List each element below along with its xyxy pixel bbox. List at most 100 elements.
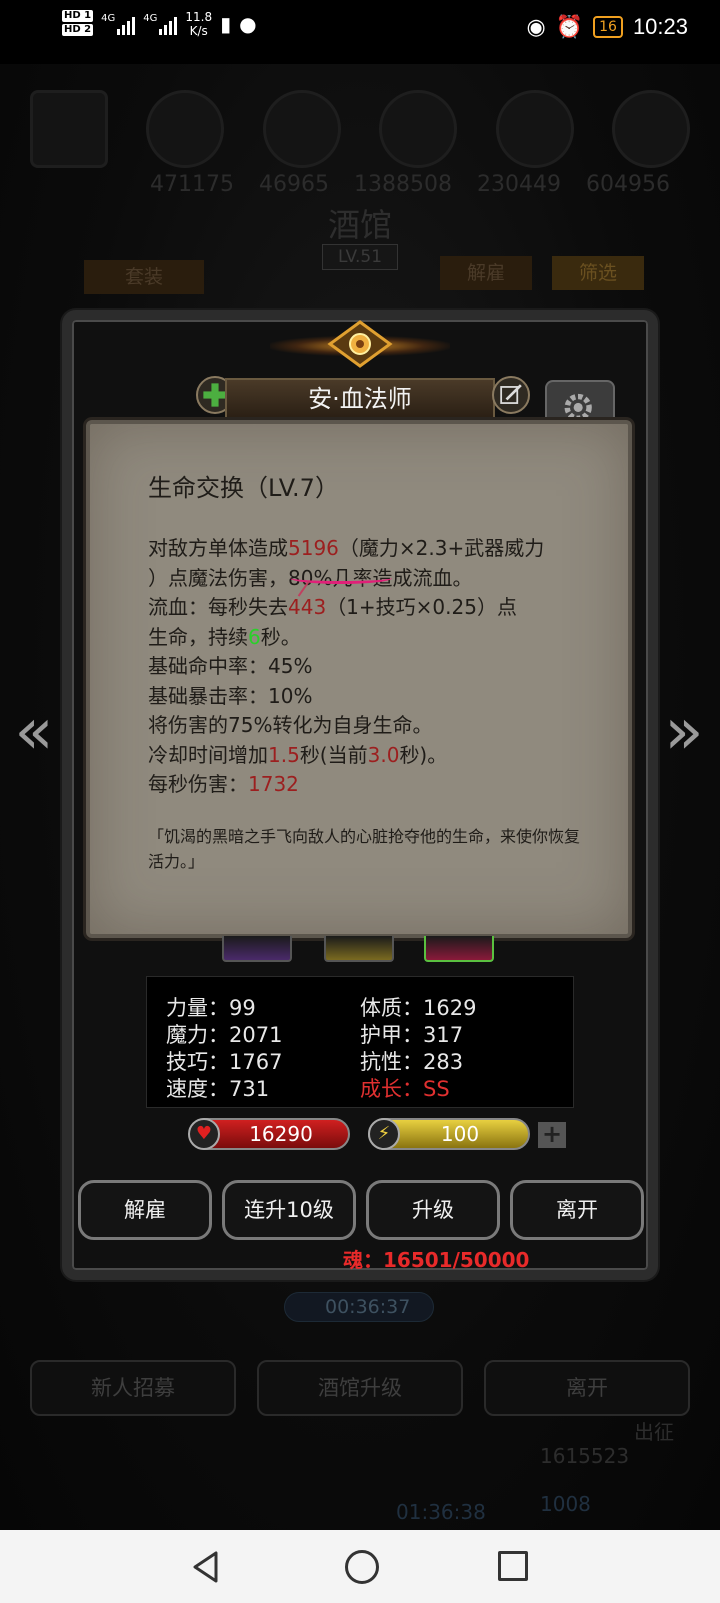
add-energy-button[interactable]: +: [538, 1122, 566, 1148]
dismiss-button[interactable]: 解雇: [78, 1180, 212, 1240]
suit-button: 套装: [84, 260, 204, 294]
skill-slot[interactable]: [424, 936, 494, 962]
stat-magic: 魔力：2071: [166, 1023, 283, 1047]
previous-arrow-icon[interactable]: «: [10, 696, 58, 768]
home-icon[interactable]: [345, 1550, 379, 1584]
stat-resistance: 抗性：283: [360, 1050, 464, 1074]
skill-text: 流血：每秒失去: [148, 595, 288, 619]
background-timer: 00:36:37: [284, 1292, 434, 1322]
status-right: ◉ ⏰ 16 10:23: [527, 14, 689, 40]
stat-armor: 护甲：317: [360, 1023, 464, 1047]
network-speed: 11.8 K/s: [185, 10, 212, 38]
skill-slot[interactable]: [222, 936, 292, 962]
background-timer2: 01:36:38: [396, 1500, 486, 1524]
speed-unit: K/s: [189, 24, 208, 38]
skill-flavor-text: 「饥渴的黑暗之手飞向敌人的心脏抢夺他的生命，来使你恢复活力。」: [148, 827, 581, 871]
tavern-title: 酒馆: [327, 206, 392, 244]
skill-popup[interactable]: 生命交换（LV.7） 对敌方单体造成5196（魔力×2.3+武器威力 ）点魔法伤…: [86, 420, 632, 938]
emblem-icon: [327, 320, 393, 368]
upgrade-button[interactable]: 升级: [366, 1180, 500, 1240]
skill-text: （1+技巧×0.25）点: [326, 595, 517, 619]
skill-line: 将伤害的75%转化为自身生命。: [148, 713, 433, 737]
speed-value: 11.8: [185, 10, 213, 24]
heart-icon: ♥: [188, 1118, 220, 1150]
skill-text: 秒)。: [399, 742, 448, 767]
filter-button: 筛选: [552, 256, 644, 290]
skill-line: 生命，持续6秒。: [148, 623, 588, 653]
navigation-bar: [0, 1530, 720, 1603]
annotation-underline: [290, 572, 392, 584]
skill-line: 每秒伤害：1732: [148, 770, 588, 800]
leave-button[interactable]: 离开: [510, 1180, 644, 1240]
background-leave-button: 离开: [484, 1360, 690, 1416]
skill-line: 基础命中率：45%: [148, 654, 313, 678]
background-slot: [611, 90, 690, 168]
hero-name: 安·血法师: [225, 378, 495, 420]
background-number: 230449: [477, 172, 561, 197]
background-number: 46965: [259, 172, 329, 197]
alert-icon: ▮: [220, 12, 232, 36]
skill-text: 秒。: [260, 624, 301, 649]
stat-strength: 力量：99: [166, 996, 256, 1020]
skill-text: 秒(当前: [299, 742, 368, 767]
battery-icon: 16: [593, 16, 623, 38]
net1-label: 4G: [101, 13, 116, 24]
skill-line: 流血：每秒失去443（1+技巧×0.25）点: [148, 593, 588, 623]
net2-label: 4G: [143, 13, 158, 24]
lightning-icon: ⚡: [368, 1118, 400, 1150]
back-icon[interactable]: [190, 1550, 224, 1584]
stat-growth: 成长：SS: [360, 1077, 450, 1101]
background-slot: [30, 90, 108, 168]
background-bottom-buttons: 新人招募 酒馆升级 离开: [30, 1360, 690, 1416]
recent-apps-icon[interactable]: [498, 1551, 528, 1581]
stat-skill: 技巧：1767: [166, 1050, 283, 1074]
skill-text: （魔力×2.3+武器威力: [338, 536, 545, 560]
hd-indicator: HD 1 HD 2: [62, 10, 94, 38]
background-dismiss-button: 解雇: [440, 256, 532, 290]
signal-icon: 4G: [101, 13, 136, 35]
hd2-label: HD 2: [62, 24, 94, 36]
wechat-icon: ●: [239, 12, 257, 36]
background-slot: [495, 90, 574, 168]
sortie-label: 出征: [634, 1420, 674, 1444]
skill-text: 对敌方单体造成: [148, 536, 288, 560]
background-slot: [262, 90, 341, 168]
status-bar: HD 1 HD 2 4G 4G 11.8 K/s ▮ ● ◉ ⏰ 16 10:2…: [0, 0, 720, 64]
hd1-label: HD 1: [62, 10, 94, 22]
duration-value: 6: [248, 624, 261, 649]
recruit-button: 新人招募: [30, 1360, 236, 1416]
background-number: 604956: [586, 172, 670, 197]
cooldown-current-value: 3.0: [367, 742, 400, 767]
background-number: 471175: [150, 172, 234, 197]
skill-line: 冷却时间增加1.5秒(当前3.0秒)。: [148, 741, 588, 771]
next-arrow-icon[interactable]: »: [660, 696, 708, 768]
skill-line: 对敌方单体造成5196（魔力×2.3+武器威力: [148, 534, 588, 564]
background-slot: [379, 90, 458, 168]
settings-gear-icon[interactable]: [545, 380, 615, 424]
skill-text: 冷却时间增加: [148, 742, 268, 767]
skill-title: 生命交换（LV.7）: [148, 474, 339, 502]
cooldown-increase-value: 1.5: [268, 742, 300, 767]
dps-value: 1732: [248, 772, 299, 796]
background-hero-icons: [30, 90, 690, 168]
status-left: HD 1 HD 2 4G 4G 11.8 K/s ▮ ●: [62, 10, 257, 38]
gem-amount: 1008: [540, 1492, 591, 1516]
background-number: 1388508: [354, 172, 452, 197]
clock: 10:23: [632, 14, 688, 39]
rename-icon[interactable]: [492, 376, 530, 414]
skill-slot[interactable]: [324, 936, 394, 962]
background-numbers: 471175 46965 1388508 230449 604956: [150, 172, 670, 197]
alarm-icon: ⏰: [555, 14, 584, 40]
skill-damage-value: 5196: [288, 536, 339, 560]
skill-text: 生命，持续: [148, 624, 248, 649]
level-up-10-button[interactable]: 连升10级: [222, 1180, 356, 1240]
stat-speed: 速度：731: [166, 1077, 270, 1101]
soul-counter: 魂：16501/50000: [343, 1248, 530, 1272]
signal-icon: 4G: [143, 13, 178, 35]
gold-amount: 1615523: [540, 1444, 630, 1468]
stat-constitution: 体质：1629: [360, 996, 477, 1020]
tavern-level: LV.51: [322, 244, 398, 270]
eye-icon: ◉: [526, 14, 546, 40]
upgrade-tavern-button: 酒馆升级: [257, 1360, 463, 1416]
background-slot: [146, 90, 225, 168]
